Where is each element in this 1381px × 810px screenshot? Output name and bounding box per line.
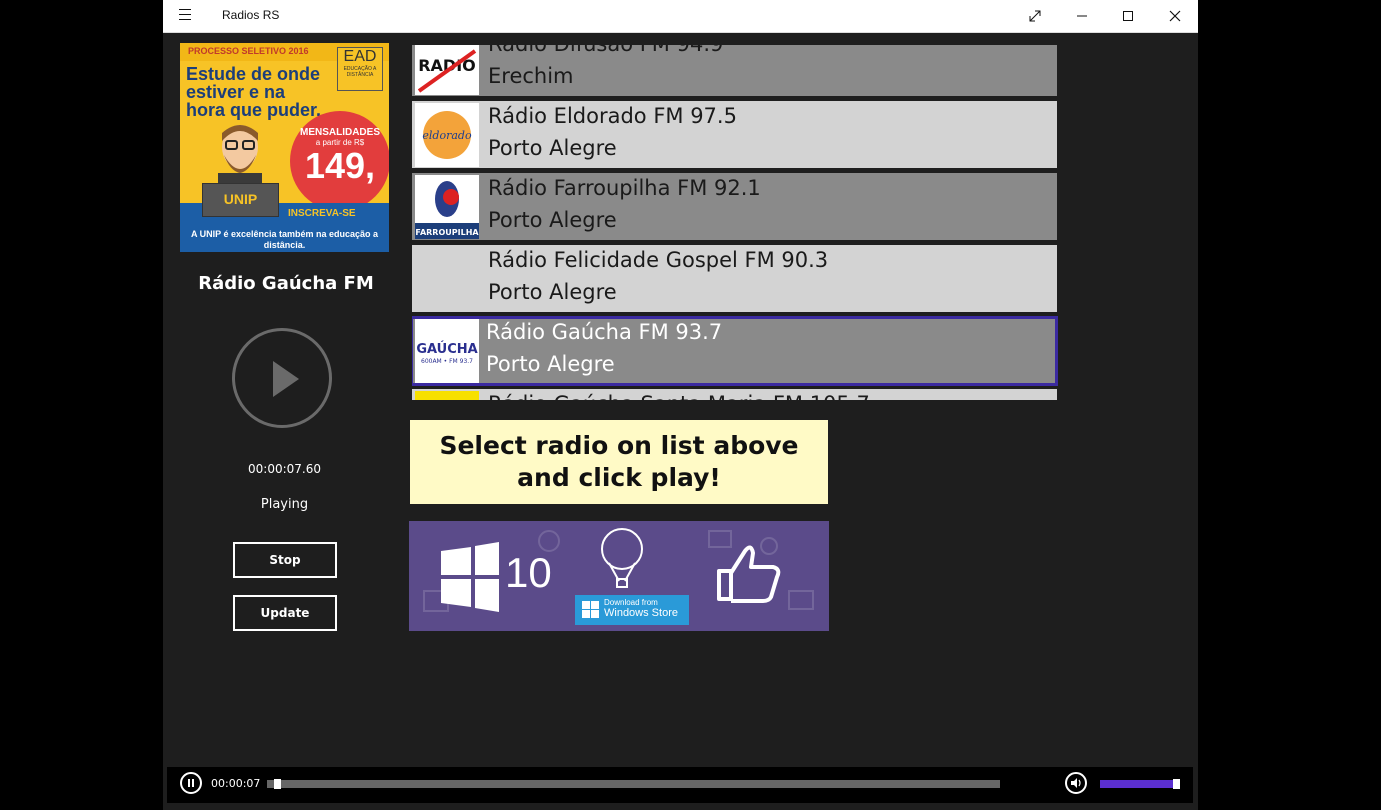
- windows-version-number: 10: [505, 549, 552, 596]
- volume-fill: [1100, 780, 1176, 788]
- station-city: Porto Alegre: [488, 208, 617, 232]
- station-row[interactable]: Rádio Gaúcha Santa Maria FM 105.7: [412, 389, 1057, 400]
- ad-top-text: PROCESSO SELETIVO 2016: [188, 46, 309, 56]
- station-city: Porto Alegre: [486, 352, 615, 376]
- app-window: Radios RS PROCESSO SELETIVO 2016 EAD EDU…: [163, 0, 1198, 810]
- advertisement-banner[interactable]: PROCESSO SELETIVO 2016 EAD EDUCAÇÃO A DI…: [180, 43, 389, 252]
- elapsed-time: 00:00:07.60: [248, 462, 321, 476]
- fullscreen-icon[interactable]: [1012, 0, 1058, 32]
- ad-ead-sub: EDUCAÇÃO A DISTÂNCIA: [343, 66, 377, 78]
- ad-cta: INSCREVA-SE: [288, 208, 356, 219]
- window-title: Radios RS: [222, 8, 280, 22]
- hint-box: Select radio on list above and click pla…: [410, 420, 828, 504]
- ad-footer: A UNIP é excelência também na educação a…: [190, 229, 379, 250]
- ad-mensalidades: MENSALIDADES: [299, 127, 380, 138]
- ad-price-circle: MENSALIDADES a partir de R$ 149,: [290, 111, 389, 211]
- station-logo: RADIO: [415, 45, 479, 95]
- play-icon: [273, 361, 299, 397]
- station-row-selected[interactable]: GAÚCHA 600AM • FM 93.7 Rádio Gaúcha FM 9…: [412, 316, 1058, 386]
- maximize-icon[interactable]: [1105, 0, 1151, 32]
- station-city: Erechim: [488, 64, 574, 88]
- station-row[interactable]: Rádio Felicidade Gospel FM 90.3 Porto Al…: [412, 245, 1057, 312]
- hamburger-menu-icon[interactable]: [179, 9, 191, 21]
- ad-ead-label: EAD: [343, 48, 377, 65]
- stop-button[interactable]: Stop: [233, 542, 337, 578]
- station-city: Porto Alegre: [488, 280, 617, 304]
- pause-icon[interactable]: [180, 772, 202, 794]
- station-name: Rádio Difusão FM 94.9: [488, 45, 723, 56]
- close-icon[interactable]: [1152, 0, 1198, 32]
- station-row[interactable]: eldorado Rádio Eldorado FM 97.5 Porto Al…: [412, 101, 1057, 168]
- title-bar: Radios RS: [163, 0, 1198, 33]
- station-logo: GAÚCHA 600AM • FM 93.7: [415, 319, 479, 383]
- balloon-icon: [601, 528, 643, 588]
- seek-bar[interactable]: [267, 779, 1000, 789]
- windows-store-banner[interactable]: 10 Download from Windows Store: [409, 521, 829, 631]
- play-button[interactable]: [232, 328, 332, 428]
- station-logo-sub: 600AM • FM 93.7: [421, 358, 473, 365]
- station-name: Rádio Eldorado FM 97.5: [488, 104, 737, 128]
- station-city: Porto Alegre: [488, 136, 617, 160]
- thumbs-up-icon: [717, 545, 781, 603]
- now-playing-title: Rádio Gaúcha FM: [198, 273, 374, 294]
- station-logo-text: GAÚCHA: [416, 341, 477, 357]
- ad-ead-badge: EAD EDUCAÇÃO A DISTÂNCIA: [337, 47, 383, 91]
- transport-time: 00:00:07: [211, 777, 261, 790]
- station-row[interactable]: FARROUPILHA Rádio Farroupilha FM 92.1 Po…: [412, 173, 1057, 240]
- windows-logo-icon: [441, 542, 499, 612]
- transport-bar: 00:00:07: [167, 767, 1193, 803]
- volume-icon[interactable]: [1065, 772, 1087, 794]
- station-row[interactable]: RADIO Rádio Difusão FM 94.9 Erechim: [412, 45, 1057, 96]
- ad-character-image: [210, 121, 270, 191]
- ad-price: 149,: [304, 145, 376, 186]
- station-logo-text: eldorado: [422, 129, 472, 142]
- station-name: Rádio Farroupilha FM 92.1: [488, 176, 761, 200]
- station-logo-text: FARROUPILHA: [415, 228, 479, 237]
- ad-brand-logo: UNIP: [202, 183, 279, 217]
- playback-status: Playing: [260, 497, 309, 512]
- station-logo: FARROUPILHA: [415, 175, 479, 239]
- station-logo: eldorado: [415, 103, 479, 167]
- minimize-icon[interactable]: [1059, 0, 1105, 32]
- station-logo: [415, 247, 479, 311]
- station-name: Rádio Gaúcha Santa Maria FM 105.7: [488, 392, 870, 400]
- station-name: Rádio Gaúcha FM 93.7: [486, 320, 723, 344]
- volume-thumb[interactable]: [1173, 779, 1180, 789]
- volume-slider[interactable]: [1100, 779, 1180, 789]
- ad-headline: Estude de onde estiver e na hora que pud…: [186, 64, 322, 120]
- player-panel: PROCESSO SELETIVO 2016 EAD EDUCAÇÃO A DI…: [163, 32, 409, 767]
- windows-store-label: Windows Store: [604, 607, 678, 619]
- station-logo: [415, 391, 479, 400]
- station-name: Rádio Felicidade Gospel FM 90.3: [488, 248, 829, 272]
- seek-thumb[interactable]: [274, 779, 281, 789]
- download-from-label: Download from: [604, 598, 658, 607]
- station-list[interactable]: RADIO Rádio Difusão FM 94.9 Erechim eldo…: [412, 45, 1059, 400]
- update-button[interactable]: Update: [233, 595, 337, 631]
